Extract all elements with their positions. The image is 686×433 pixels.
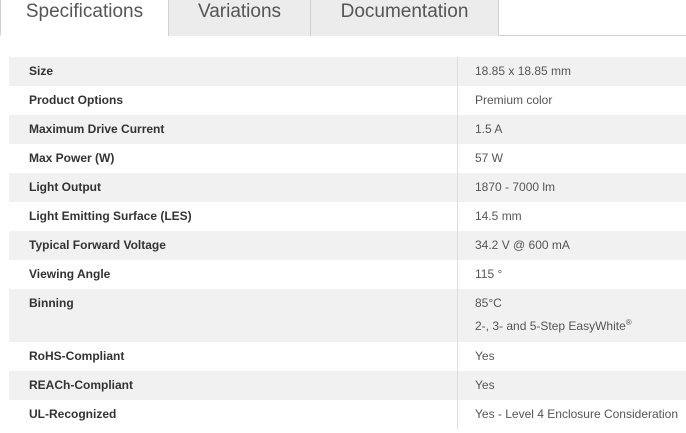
spec-label: Light Emitting Surface (LES) bbox=[9, 202, 458, 231]
spec-label: Light Output bbox=[9, 173, 458, 202]
tab-variations[interactable]: Variations bbox=[168, 0, 311, 36]
spec-value: 18.85 x 18.85 mm bbox=[457, 57, 686, 86]
spec-label: UL-Recognized bbox=[9, 400, 458, 429]
spec-label: Typical Forward Voltage bbox=[9, 231, 458, 260]
spec-label: Maximum Drive Current bbox=[9, 115, 458, 144]
spec-label: Viewing Angle bbox=[9, 260, 458, 289]
table-row: RoHS-Compliant Yes bbox=[9, 342, 686, 371]
table-row: Light Emitting Surface (LES) 14.5 mm bbox=[9, 202, 686, 231]
table-row: REACh-Compliant Yes bbox=[9, 371, 686, 400]
tab-documentation[interactable]: Documentation bbox=[310, 0, 499, 36]
table-row: Typical Forward Voltage 34.2 V @ 600 mA bbox=[9, 231, 686, 260]
table-row: UL-Recognized Yes - Level 4 Enclosure Co… bbox=[9, 400, 686, 429]
spec-label: Size bbox=[9, 57, 458, 86]
spec-label: Product Options bbox=[9, 86, 458, 115]
spec-value: 34.2 V @ 600 mA bbox=[457, 231, 686, 260]
spec-value: Premium color bbox=[475, 93, 553, 107]
spec-value-line: 2-, 3- and 5-Step EasyWhite® bbox=[475, 313, 686, 336]
spec-value: 14.5 mm bbox=[475, 209, 522, 223]
table-row: Binning 85°C 2-, 3- and 5-Step EasyWhite… bbox=[9, 289, 686, 342]
spec-value: 1870 - 7000 lm bbox=[457, 173, 686, 202]
spec-value: Yes bbox=[457, 371, 686, 400]
table-row: Maximum Drive Current 1.5 A bbox=[9, 115, 686, 144]
spec-label: Binning bbox=[9, 289, 458, 342]
registered-mark: ® bbox=[625, 318, 632, 327]
table-row: Product Options Premium color bbox=[9, 86, 686, 115]
table-row: Max Power (W) 57 W bbox=[9, 144, 686, 173]
spec-value-text: 2-, 3- and 5-Step EasyWhite bbox=[475, 319, 626, 333]
table-row: Light Output 1870 - 7000 lm bbox=[9, 173, 686, 202]
spec-value: 115 ° bbox=[475, 267, 503, 281]
spec-label: Max Power (W) bbox=[9, 144, 458, 173]
specifications-table: Size 18.85 x 18.85 mm Product Options Pr… bbox=[9, 57, 686, 429]
spec-value: 85°C 2-, 3- and 5-Step EasyWhite® bbox=[457, 289, 686, 342]
spec-label: RoHS-Compliant bbox=[9, 342, 458, 371]
spec-value: 1.5 A bbox=[457, 115, 686, 144]
spec-label: REACh-Compliant bbox=[9, 371, 458, 400]
tab-bar: Specifications Variations Documentation bbox=[0, 0, 686, 36]
table-row: Viewing Angle 115 ° bbox=[9, 260, 686, 289]
spec-value: Yes - Level 4 Enclosure Consideration bbox=[475, 407, 679, 421]
tab-specifications[interactable]: Specifications bbox=[0, 0, 169, 36]
spec-value-line: 85°C bbox=[475, 296, 502, 310]
spec-value: 57 W bbox=[475, 151, 504, 165]
spec-value: Yes bbox=[475, 349, 495, 363]
table-row: Size 18.85 x 18.85 mm bbox=[9, 57, 686, 86]
